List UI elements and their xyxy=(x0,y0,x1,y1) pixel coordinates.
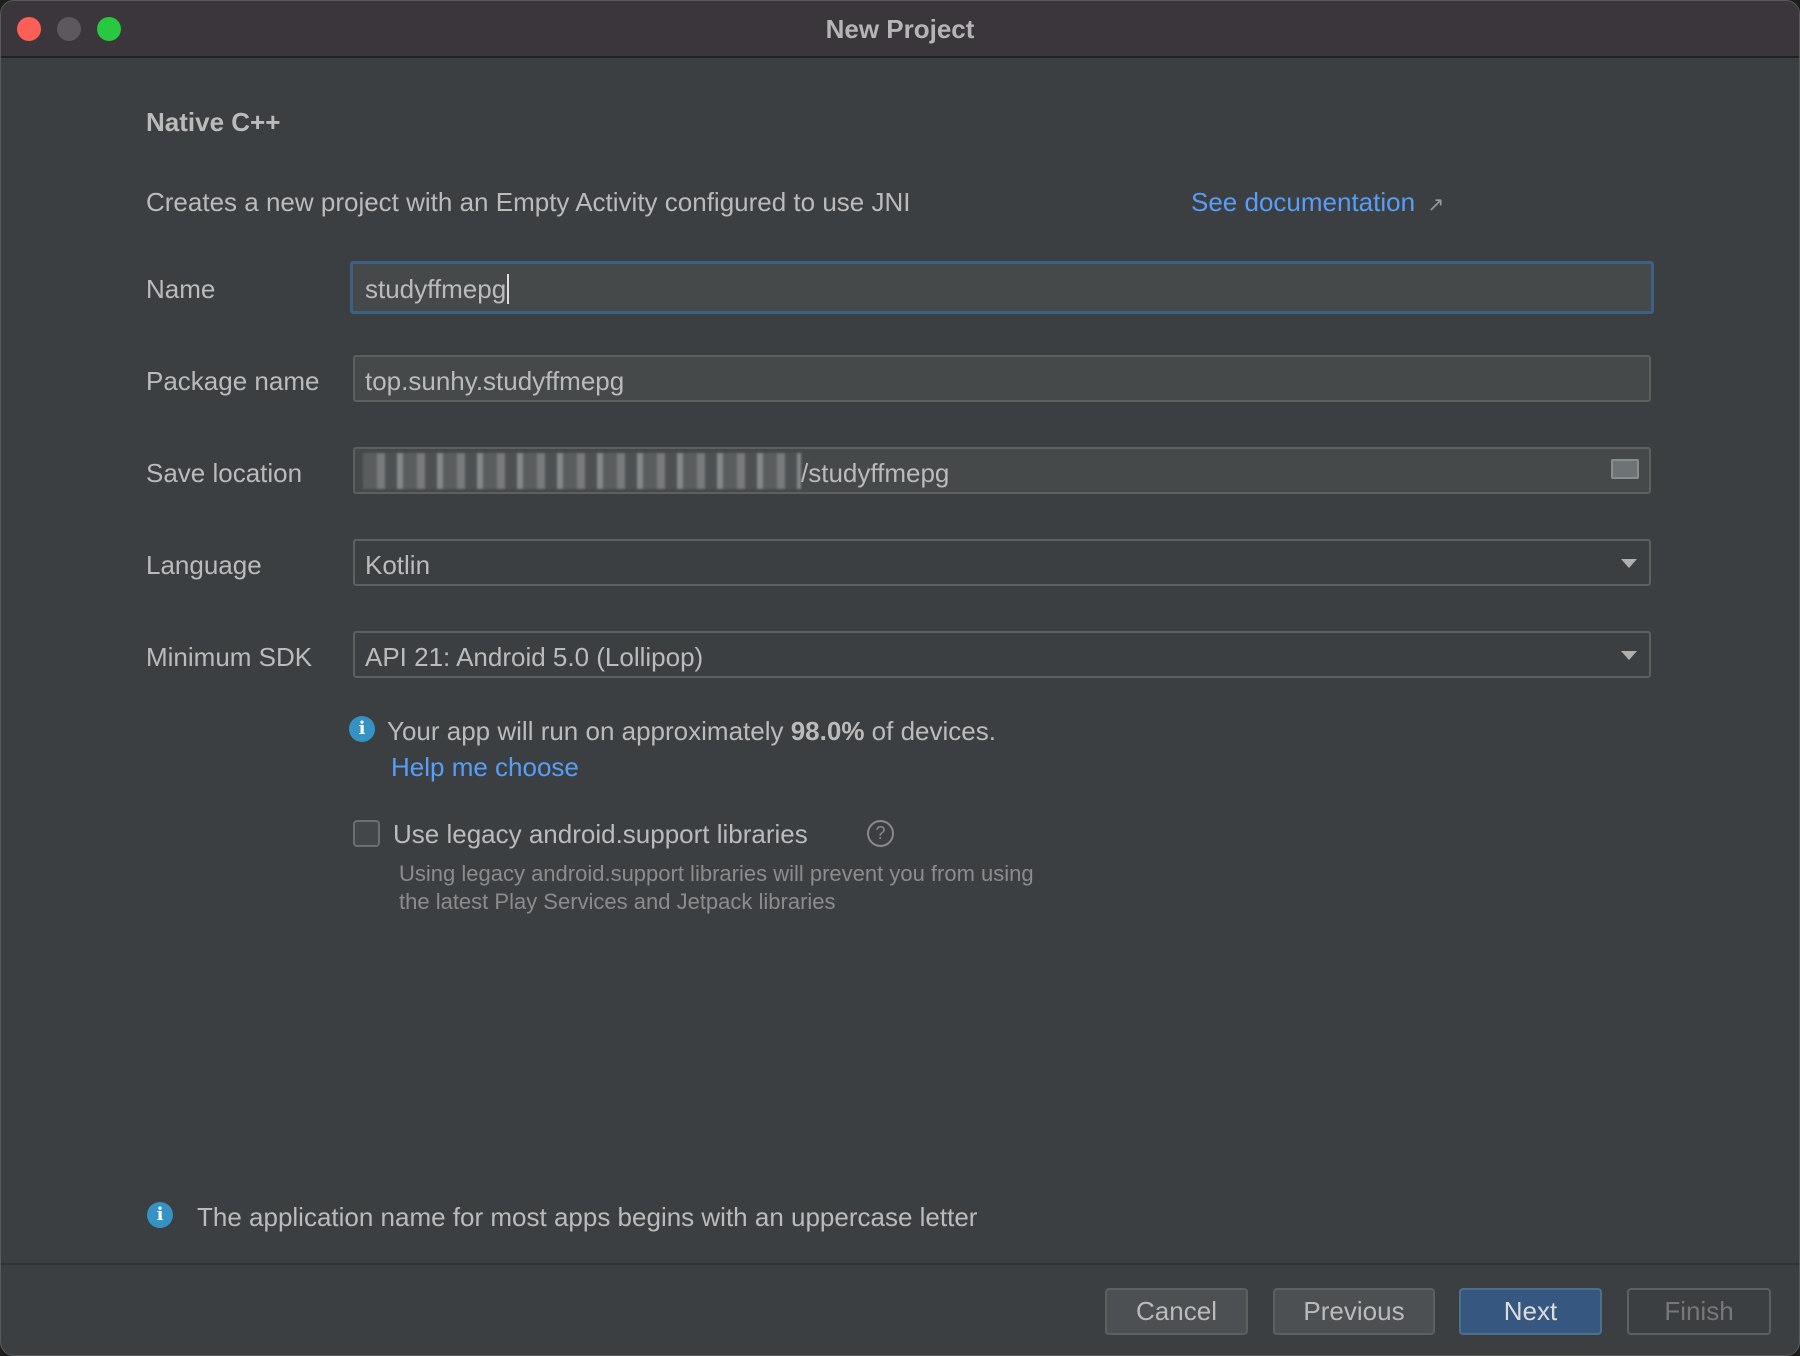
language-select[interactable]: Kotlin xyxy=(353,539,1651,586)
chevron-down-icon xyxy=(1621,559,1637,568)
text-cursor xyxy=(507,274,510,304)
legacy-description-line1: Using legacy android.support libraries w… xyxy=(399,861,1034,886)
name-label: Name xyxy=(146,274,216,304)
save-location-value: /studyffmepg xyxy=(801,458,950,488)
info-icon: i xyxy=(147,1202,173,1228)
title-bar: New Project xyxy=(1,1,1799,58)
next-button[interactable]: Next xyxy=(1459,1288,1602,1335)
template-description: Creates a new project with an Empty Acti… xyxy=(146,187,911,217)
help-icon[interactable]: ? xyxy=(867,820,894,847)
language-value: Kotlin xyxy=(365,550,431,580)
legacy-libraries-label[interactable]: Use legacy android.support libraries xyxy=(393,819,808,850)
sdk-coverage-percent: 98.0% xyxy=(790,716,865,746)
name-input[interactable]: studyffmepg xyxy=(350,261,1654,314)
minimum-sdk-label: Minimum SDK xyxy=(146,642,313,672)
info-icon: i xyxy=(349,716,375,742)
see-documentation-link[interactable]: See documentation ↗ xyxy=(1191,187,1444,218)
name-value: studyffmepg xyxy=(365,274,507,304)
legacy-description-line2: the latest Play Services and Jetpack lib… xyxy=(399,889,836,914)
cancel-button[interactable]: Cancel xyxy=(1105,1288,1248,1335)
language-label: Language xyxy=(146,550,262,580)
package-name-value: top.sunhy.studyffmepg xyxy=(365,366,625,396)
save-location-label: Save location xyxy=(146,458,303,488)
package-name-input[interactable]: top.sunhy.studyffmepg xyxy=(353,355,1651,402)
window-title: New Project xyxy=(825,14,975,44)
sdk-coverage-suffix: of devices. xyxy=(864,716,996,746)
package-name-label: Package name xyxy=(146,366,320,396)
sdk-coverage-prefix: Your app will run on approximately xyxy=(387,716,791,746)
validation-hint: The application name for most apps begin… xyxy=(197,1202,978,1232)
minimum-sdk-value: API 21: Android 5.0 (Lollipop) xyxy=(365,642,704,672)
legacy-libraries-checkbox[interactable] xyxy=(353,820,380,847)
folder-icon[interactable] xyxy=(1611,459,1639,479)
minimum-sdk-select[interactable]: API 21: Android 5.0 (Lollipop) xyxy=(353,631,1651,678)
redacted-path xyxy=(363,453,801,490)
see-documentation-label: See documentation xyxy=(1191,187,1416,217)
new-project-dialog: New Project Native C++ Creates a new pro… xyxy=(0,0,1800,1356)
chevron-down-icon xyxy=(1621,651,1637,660)
previous-button[interactable]: Previous xyxy=(1273,1288,1435,1335)
sdk-coverage-text: Your app will run on approximately 98.0%… xyxy=(387,716,996,747)
template-title: Native C++ xyxy=(146,107,281,137)
footer-divider xyxy=(1,1263,1799,1265)
save-location-input[interactable]: /studyffmepg xyxy=(353,447,1651,494)
help-me-choose-link[interactable]: Help me choose xyxy=(391,752,579,783)
finish-button[interactable]: Finish xyxy=(1627,1288,1771,1335)
external-link-icon: ↗ xyxy=(1427,194,1445,216)
